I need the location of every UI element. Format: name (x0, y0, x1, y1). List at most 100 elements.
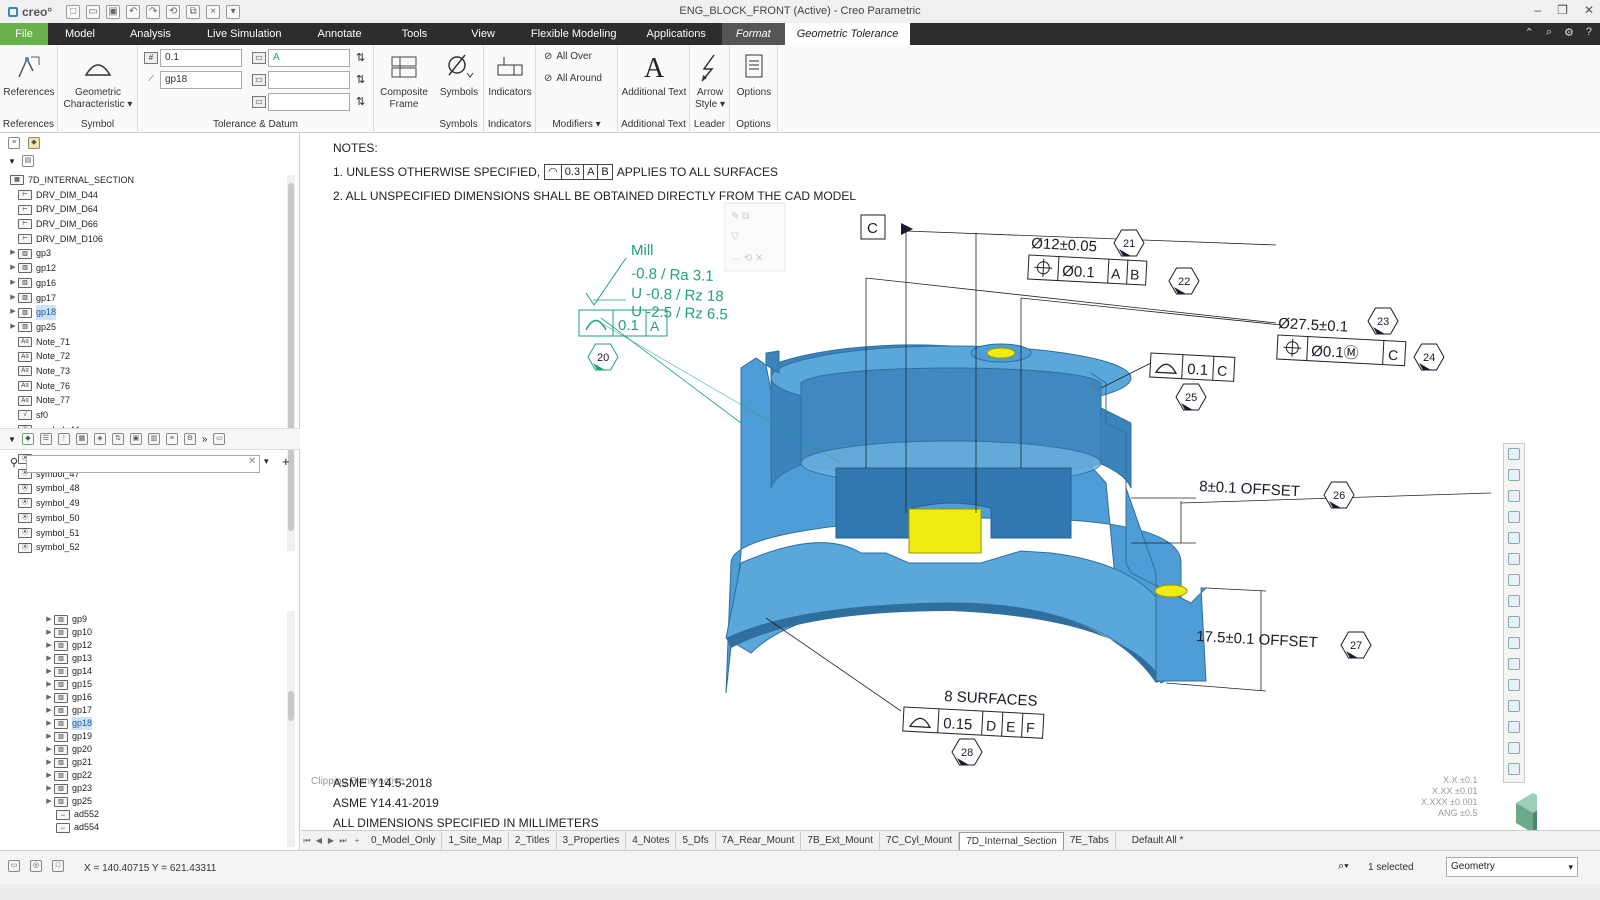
tab-model[interactable]: Model (48, 23, 112, 45)
columns-icon[interactable]: ▥ (147, 433, 160, 445)
tree-item-symbol_52[interactable]: Ⓐsymbol_52 (0, 540, 290, 555)
prev-sheet-icon[interactable]: ◀ (313, 836, 325, 845)
sheet-tab-2_titles[interactable]: 2_Titles (509, 831, 557, 850)
detail-tree-item-gp14[interactable]: ▶ ▥ gp14 (0, 665, 290, 678)
expand-arrow-icon[interactable]: ▶ (44, 639, 54, 652)
tab-view[interactable]: View (449, 23, 517, 45)
all-around-button[interactable]: ⊘ All Around (544, 73, 602, 84)
tab-live-simulation[interactable]: Live Simulation (189, 23, 300, 45)
expand-arrow-icon[interactable]: ▶ (44, 613, 54, 626)
additional-text-button[interactable]: A Additional Text (620, 47, 688, 99)
composite-frame-button[interactable]: Composite Frame (376, 47, 432, 111)
expand-arrow-icon[interactable]: ▶ (8, 291, 18, 306)
view-cube-icon[interactable] (1516, 793, 1537, 830)
detail-tree-item-gp17[interactable]: ▶ ▥ gp17 (0, 704, 290, 717)
detail-tree-item-gp25[interactable]: ▶ ▥ gp25 (0, 795, 290, 808)
detail-tree-scrollbar[interactable] (287, 611, 295, 847)
detail-tree-item-gp16[interactable]: ▶ ▥ gp16 (0, 691, 290, 704)
settings-icon[interactable]: ⚙ (1564, 26, 1574, 39)
datum-select-icon-3[interactable]: ⇅ (356, 95, 365, 108)
tree-item-gp18[interactable]: ▶ ▥ gp18 (0, 305, 290, 320)
tree-search-input[interactable] (26, 455, 260, 473)
sheet-tab-3_properties[interactable]: 3_Properties (557, 831, 627, 850)
collapse-ribbon-icon[interactable]: ⌃ (1525, 26, 1534, 39)
detail-tree-item-gp20[interactable]: ▶ ▥ gp20 (0, 743, 290, 756)
gt25-frame[interactable]: 0.1 C (1149, 352, 1236, 382)
view-manager-icon[interactable] (1508, 553, 1520, 565)
sheet-tab-4_notes[interactable]: 4_Notes (626, 831, 677, 850)
layers-icon[interactable] (1508, 763, 1520, 775)
tree-item-gp25[interactable]: ▶ ▥ gp25 (0, 320, 290, 335)
sheet-tab-1_site_map[interactable]: 1_Site_Map (442, 831, 509, 850)
expand-arrow-icon[interactable]: ▶ (44, 795, 54, 808)
section-icon[interactable] (1508, 700, 1520, 712)
rows-icon[interactable]: ≡ (165, 433, 178, 445)
options-button[interactable]: Options (732, 47, 776, 99)
balloon-26[interactable]: 26 (1323, 481, 1355, 509)
annotation-display-icon[interactable] (1508, 679, 1520, 691)
surface-finish-callout[interactable]: Mill -0.8 / Ra 3.1 U -0.8 / Rz 18 U -2.5… (578, 242, 728, 337)
detail-tree-item-gp22[interactable]: ▶ ▥ gp22 (0, 769, 290, 782)
datum-select-icon[interactable]: ⇅ (356, 51, 365, 64)
detail-tree-item-gp15[interactable]: ▶ ▥ gp15 (0, 678, 290, 691)
expand-arrow-icon[interactable]: ▶ (8, 276, 18, 291)
tree-item-gp17[interactable]: ▶ ▥ gp17 (0, 291, 290, 306)
pan-icon[interactable] (1508, 532, 1520, 544)
tree-item-note_76[interactable]: A≡ Note_76 (0, 379, 290, 394)
gt22-frame[interactable]: Ø0.1 A B (1027, 254, 1148, 286)
tree-item-drv_dim_d66[interactable]: ⊢ DRV_DIM_D66 (0, 217, 290, 232)
secondary-datum-input[interactable] (268, 71, 350, 89)
expand-arrow-icon[interactable]: ▶ (44, 730, 54, 743)
arrow-style-button[interactable]: Arrow Style ▾ (691, 47, 729, 111)
indicators-button[interactable]: Indicators (486, 47, 534, 99)
redo-icon[interactable]: ↷ (146, 4, 161, 19)
tab-applications[interactable]: Applications (631, 23, 722, 45)
search-icon[interactable]: ⌕ (1546, 26, 1552, 39)
tree-item-note_72[interactable]: A≡ Note_72 (0, 349, 290, 364)
add-filter-icon[interactable]: + (282, 454, 290, 469)
tree-item-note_73[interactable]: A≡ Note_73 (0, 364, 290, 379)
filter-funnel-icon[interactable]: ⚲ (10, 456, 18, 469)
datum-feature-c[interactable]: C (860, 214, 886, 240)
primary-datum-input[interactable]: A (268, 49, 350, 67)
first-sheet-icon[interactable]: ⏮ (301, 836, 313, 846)
clear-search-icon[interactable]: ✕ (248, 456, 256, 467)
dimension-21-text[interactable]: Ø12±0.05 (1031, 235, 1098, 255)
datum-display-icon[interactable] (1508, 658, 1520, 670)
sheet-tab-5_dfs[interactable]: 5_Dfs (676, 831, 716, 850)
expand-arrow-icon[interactable]: ▶ (44, 769, 54, 782)
tab-analysis[interactable]: Analysis (112, 23, 189, 45)
windows-icon[interactable]: ⧉ (186, 4, 201, 19)
tree-item-drv_dim_d106[interactable]: ⊢ DRV_DIM_D106 (0, 232, 290, 247)
search-dropdown-icon[interactable]: ▾ (264, 456, 269, 467)
collapse-arrow-icon[interactable]: ▼ (8, 435, 16, 444)
tab-geometric-tolerance[interactable]: Geometric Tolerance (784, 23, 911, 45)
expand-arrow-icon[interactable]: ▶ (44, 704, 54, 717)
detail-tree-item-gp18[interactable]: ▶ ▥ gp18 (0, 717, 290, 730)
expand-arrow-icon[interactable]: ▶ (8, 261, 18, 276)
tolerance-value-input[interactable]: 0.1 (160, 49, 242, 67)
surfaces-28-text[interactable]: 8 SURFACES (944, 688, 1038, 710)
group-icon[interactable]: ▣ (129, 433, 142, 445)
last-sheet-icon[interactable]: ⏭ (337, 836, 349, 846)
save-icon[interactable]: ▣ (106, 4, 121, 19)
default-all-tab[interactable]: Default All * (1126, 832, 1190, 850)
sheet-tab-7d_internal_section[interactable]: 7D_Internal_Section (959, 831, 1064, 850)
balloon-20[interactable]: 20 (587, 343, 619, 371)
tab-format[interactable]: Format (721, 23, 785, 45)
detail-tree-item-gp13[interactable]: ▶ ▥ gp13 (0, 652, 290, 665)
tree-item-symbol_49[interactable]: Ⓐsymbol_49 (0, 496, 290, 511)
expand-arrow-icon[interactable]: ▶ (44, 782, 54, 795)
detail-tree-item-gp9[interactable]: ▶ ▥ gp9 (0, 613, 290, 626)
full-screen-icon[interactable]: □ (52, 860, 64, 872)
tree-item-symbol_50[interactable]: Ⓐsymbol_50 (0, 511, 290, 526)
expand-arrow-icon[interactable]: ▶ (44, 678, 54, 691)
help-icon[interactable]: ? (1586, 26, 1592, 39)
tree-item-sf0[interactable]: √ sf0 (0, 408, 290, 423)
detail-tree-dim-ad554[interactable]: ↔ ad554 (0, 821, 290, 834)
model-tree-icon[interactable]: ≡ (8, 137, 20, 149)
pause-icon[interactable] (1508, 742, 1520, 754)
sheet-tab-7e_tabs[interactable]: 7E_Tabs (1064, 831, 1116, 850)
dimension-27-text[interactable]: 17.5±0.1 OFFSET (1196, 628, 1318, 651)
settings-tree-icon[interactable]: ⚙ (183, 433, 196, 445)
